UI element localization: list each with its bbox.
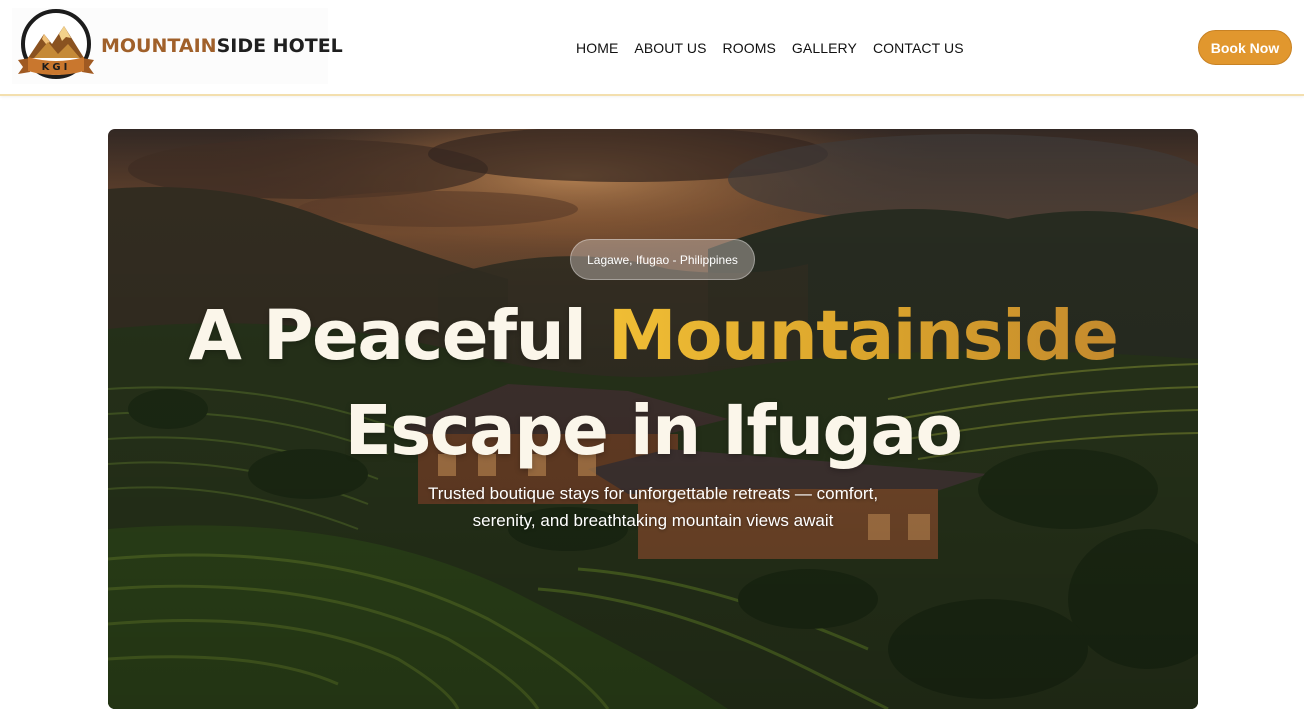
hero-subtitle: Trusted boutique stays for unforgettable…	[388, 480, 918, 534]
hero-banner: Lagawe, Ifugao - Philippines A Peaceful …	[108, 129, 1198, 709]
main-nav: HOME ABOUT US ROOMS GALLERY CONTACT US	[576, 38, 964, 58]
subtitle-line-2: serenity, and breathtaking mountain view…	[472, 511, 834, 530]
headline-highlight: Mountainside	[607, 296, 1119, 376]
nav-item-about-us[interactable]: ABOUT US	[634, 38, 706, 58]
mountain-logo-icon: KGI	[18, 9, 94, 79]
brand-name: MOUNTAINSIDE HOTEL	[101, 35, 343, 57]
logo-emblem-text: KGI	[42, 62, 71, 73]
headline-text-end: Escape in Ifugao	[344, 391, 963, 471]
subtitle-line-1: Trusted boutique stays for unforgettable…	[427, 484, 879, 503]
nav-item-gallery[interactable]: GALLERY	[792, 38, 857, 58]
headline-text-start: A Peaceful	[188, 296, 608, 376]
brand-name-rest: SIDE HOTEL	[216, 35, 343, 57]
location-badge: Lagawe, Ifugao - Philippines	[570, 239, 755, 280]
nav-item-home[interactable]: HOME	[576, 38, 618, 58]
nav-item-contact-us[interactable]: CONTACT US	[873, 38, 964, 58]
brand-name-accent: MOUNTAIN	[101, 35, 217, 57]
book-now-button[interactable]: Book Now	[1198, 30, 1292, 65]
brand-logo-link[interactable]: KGI MOUNTAINSIDE HOTEL	[12, 8, 343, 84]
hero-headline: A Peaceful Mountainside Escape in Ifugao	[108, 289, 1198, 479]
nav-item-rooms[interactable]: ROOMS	[723, 38, 776, 58]
site-header: KGI MOUNTAINSIDE HOTEL HOME ABOUT US ROO…	[0, 0, 1304, 96]
